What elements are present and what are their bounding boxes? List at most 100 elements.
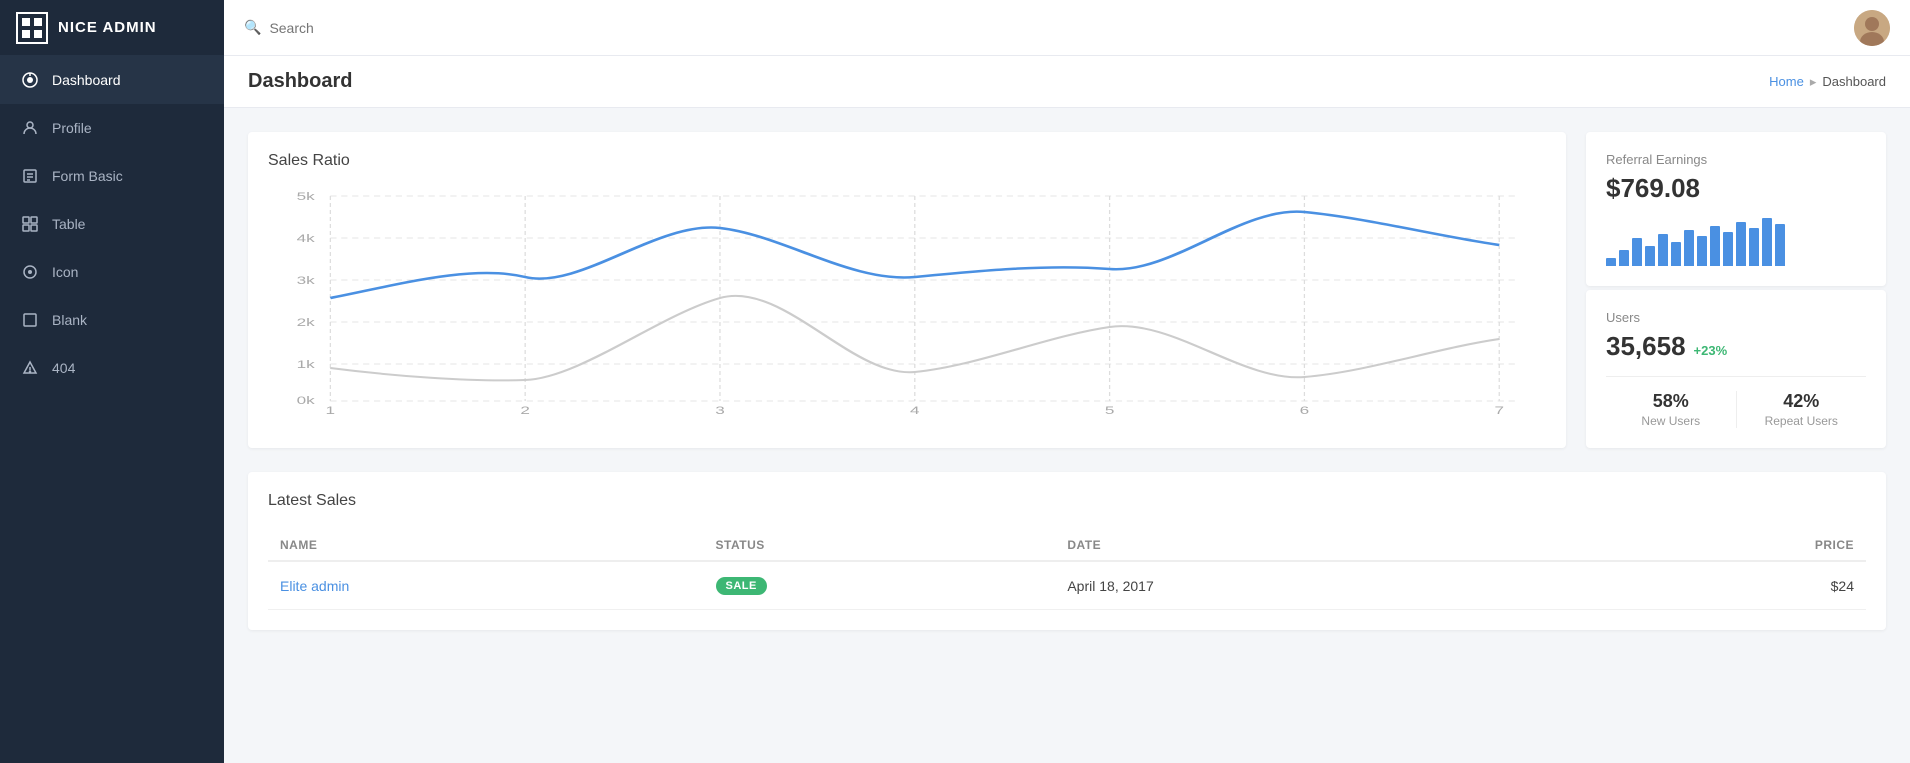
svg-text:4k: 4k — [297, 233, 316, 245]
referral-bar — [1723, 232, 1733, 266]
sidebar-item-profile[interactable]: Profile — [0, 104, 224, 152]
svg-text:4: 4 — [910, 405, 920, 416]
repeat-users-label: Repeat Users — [1737, 414, 1867, 428]
cell-price: $24 — [1571, 561, 1866, 610]
latest-sales-card: Latest Sales NAME STATUS DATE PRICE Elit… — [248, 472, 1886, 630]
top-row: Sales Ratio .grid-line { stroke: #ddd; s… — [248, 132, 1886, 448]
row-name-link[interactable]: Elite admin — [280, 578, 349, 594]
repeat-users-segment: 42% Repeat Users — [1737, 391, 1867, 428]
svg-text:2k: 2k — [297, 317, 316, 329]
sidebar-item-form-basic[interactable]: Form Basic — [0, 152, 224, 200]
breadcrumb-separator: ▸ — [1810, 74, 1817, 90]
warning-icon — [20, 358, 40, 378]
referral-bar — [1684, 230, 1694, 266]
new-users-pct: 58% — [1606, 391, 1736, 412]
svg-text:3k: 3k — [297, 275, 316, 287]
svg-text:5: 5 — [1105, 405, 1115, 416]
sales-ratio-card: Sales Ratio .grid-line { stroke: #ddd; s… — [248, 132, 1566, 448]
referral-bar — [1658, 234, 1668, 266]
referral-bar — [1671, 242, 1681, 266]
sidebar-item-blank-label: Blank — [52, 312, 87, 328]
breadcrumb-current: Dashboard — [1822, 74, 1886, 89]
table-body: Elite admin SALE April 18, 2017$24 — [268, 561, 1866, 610]
page-header: Dashboard Home ▸ Dashboard — [224, 56, 1910, 108]
cell-date: April 18, 2017 — [1055, 561, 1571, 610]
referral-bar — [1736, 222, 1746, 266]
stats-panel: Referral Earnings $769.08 Users 35,658 +… — [1586, 132, 1886, 448]
sidebar-item-icon[interactable]: Icon — [0, 248, 224, 296]
referral-bar — [1645, 246, 1655, 266]
svg-text:2: 2 — [520, 405, 530, 416]
brand-logo-icon: N — [22, 18, 42, 38]
status-badge: SALE — [716, 577, 767, 595]
referral-bar-chart — [1606, 216, 1866, 266]
users-count-row: 35,658 +23% — [1606, 331, 1866, 362]
table-icon — [20, 214, 40, 234]
referral-amount: $769.08 — [1606, 173, 1866, 204]
sidebar-item-blank[interactable]: Blank — [0, 296, 224, 344]
sidebar: N NICE ADMIN Dashboard Profile — [0, 0, 224, 763]
sales-ratio-chart: .grid-line { stroke: #ddd; stroke-width:… — [268, 186, 1546, 416]
main-area: 🔍 Dashboard Home ▸ Dashboard Sales Ratio — [224, 0, 1910, 763]
referral-bar — [1762, 218, 1772, 266]
brand-header: N NICE ADMIN — [0, 0, 224, 56]
profile-icon — [20, 118, 40, 138]
latest-sales-title: Latest Sales — [268, 492, 1866, 510]
svg-text:N: N — [23, 20, 28, 27]
icon-icon — [20, 262, 40, 282]
latest-sales-table: NAME STATUS DATE PRICE Elite admin SALE Ap… — [268, 530, 1866, 610]
search-wrapper: 🔍 — [244, 19, 1854, 36]
breadcrumb-home[interactable]: Home — [1769, 74, 1804, 89]
sidebar-item-dashboard-label: Dashboard — [52, 72, 121, 88]
referral-title: Referral Earnings — [1606, 152, 1866, 167]
users-card: Users 35,658 +23% 58% New Users 42% Repe… — [1586, 290, 1886, 448]
page-title: Dashboard — [248, 70, 352, 93]
brand-name: NICE ADMIN — [58, 19, 157, 36]
referral-bar — [1697, 236, 1707, 266]
sidebar-item-table-label: Table — [52, 216, 85, 232]
users-growth: +23% — [1694, 343, 1728, 358]
col-status: STATUS — [704, 530, 1056, 561]
sidebar-item-dashboard[interactable]: Dashboard — [0, 56, 224, 104]
sidebar-item-404[interactable]: 404 — [0, 344, 224, 392]
users-breakdown: 58% New Users 42% Repeat Users — [1606, 376, 1866, 428]
svg-text:3: 3 — [715, 405, 725, 416]
col-name: NAME — [268, 530, 704, 561]
sidebar-item-icon-label: Icon — [52, 264, 78, 280]
topbar: 🔍 — [224, 0, 1910, 56]
sidebar-item-table[interactable]: Table — [0, 200, 224, 248]
svg-text:6: 6 — [1300, 405, 1310, 416]
sidebar-item-form-label: Form Basic — [52, 168, 123, 184]
col-price: PRICE — [1571, 530, 1866, 561]
users-count: 35,658 — [1606, 331, 1686, 362]
col-date: DATE — [1055, 530, 1571, 561]
svg-text:7: 7 — [1494, 405, 1504, 416]
referral-card: Referral Earnings $769.08 — [1586, 132, 1886, 286]
users-title: Users — [1606, 310, 1866, 325]
avatar[interactable] — [1854, 10, 1890, 46]
referral-bar — [1632, 238, 1642, 266]
sales-ratio-svg: .grid-line { stroke: #ddd; stroke-width:… — [268, 186, 1546, 416]
table-header: NAME STATUS DATE PRICE — [268, 530, 1866, 561]
avatar-image — [1854, 10, 1890, 46]
referral-bar — [1710, 226, 1720, 266]
sidebar-item-profile-label: Profile — [52, 120, 92, 136]
dashboard-icon — [20, 70, 40, 90]
content-area: Sales Ratio .grid-line { stroke: #ddd; s… — [224, 108, 1910, 763]
repeat-users-pct: 42% — [1737, 391, 1867, 412]
svg-text:0k: 0k — [297, 395, 316, 407]
referral-bar — [1619, 250, 1629, 266]
search-icon: 🔍 — [244, 19, 261, 36]
cell-name[interactable]: Elite admin — [268, 561, 704, 610]
referral-bar — [1775, 224, 1785, 266]
table-row: Elite admin SALE April 18, 2017$24 — [268, 561, 1866, 610]
referral-bar — [1749, 228, 1759, 266]
svg-text:5k: 5k — [297, 191, 316, 203]
breadcrumb: Home ▸ Dashboard — [1769, 74, 1886, 90]
search-input[interactable] — [269, 20, 469, 36]
form-icon — [20, 166, 40, 186]
cell-status: SALE — [704, 561, 1056, 610]
svg-text:1k: 1k — [297, 359, 316, 371]
sidebar-item-404-label: 404 — [52, 360, 75, 376]
brand-logo: N — [16, 12, 48, 44]
